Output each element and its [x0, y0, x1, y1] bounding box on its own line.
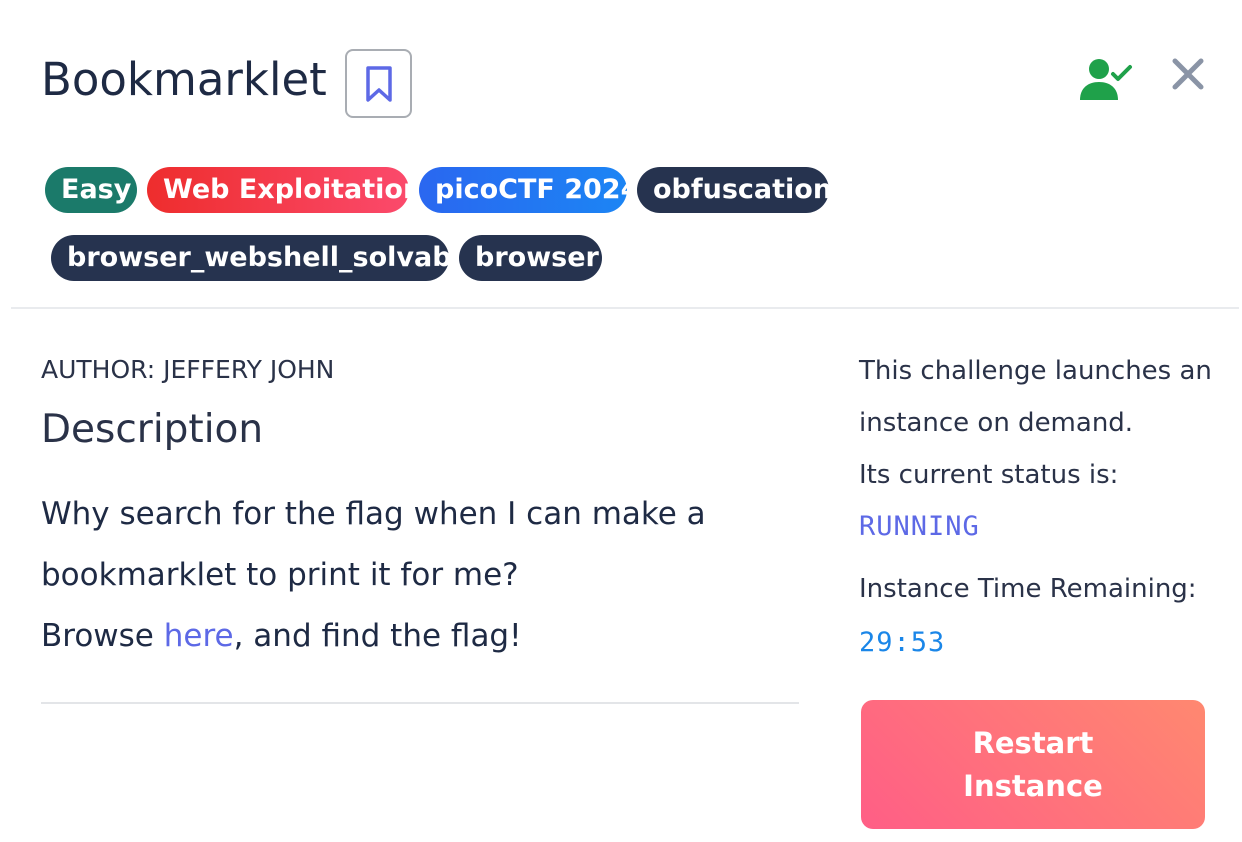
challenge-title: Bookmarklet	[41, 53, 327, 106]
instance-panel: This challenge launches an instance on d…	[859, 345, 1219, 665]
restart-instance-button[interactable]: Restart Instance	[861, 700, 1205, 829]
header-divider	[11, 307, 1239, 309]
close-button[interactable]	[1170, 56, 1206, 92]
author-label: AUTHOR: JEFFERY JOHN	[41, 355, 335, 384]
browse-suffix: , and find the flag!	[233, 618, 522, 654]
launch-info-line2: instance on demand.	[859, 408, 1134, 438]
tag-web-exploitation[interactable]: Web Exploitation	[147, 167, 422, 213]
tag-obfuscation[interactable]: obfuscation	[637, 167, 832, 213]
time-remaining-value: 29:53	[859, 627, 946, 658]
bookmark-button[interactable]	[345, 49, 412, 118]
browse-prefix: Browse	[41, 618, 164, 654]
restart-instance-label: Restart Instance	[963, 725, 1103, 803]
tag-picoctf-2024[interactable]: picoCTF 2024	[419, 167, 639, 213]
launch-info-line1: This challenge launches an	[859, 356, 1212, 386]
tag-browser[interactable]: browser	[459, 235, 602, 281]
status-value: RUNNING	[859, 511, 980, 542]
close-icon	[1172, 58, 1204, 90]
description-text: Why search for the flag when I can make …	[41, 496, 706, 593]
description-heading: Description	[41, 407, 264, 452]
description-divider	[41, 702, 799, 704]
solved-user-button[interactable]	[1080, 58, 1134, 102]
challenge-modal: Bookmarklet Easy Web Exploitation picoCT…	[0, 0, 1242, 842]
tag-browser-webshell-solvable[interactable]: browser_webshell_solvable	[51, 235, 479, 281]
status-label: Its current status is:	[859, 460, 1119, 490]
tag-easy[interactable]: Easy	[45, 167, 137, 213]
user-check-icon	[1080, 59, 1132, 100]
here-link[interactable]: here	[164, 618, 234, 654]
bookmark-icon	[365, 65, 392, 102]
time-remaining-label: Instance Time Remaining:	[859, 574, 1197, 604]
description-body: Why search for the flag when I can make …	[41, 484, 801, 667]
